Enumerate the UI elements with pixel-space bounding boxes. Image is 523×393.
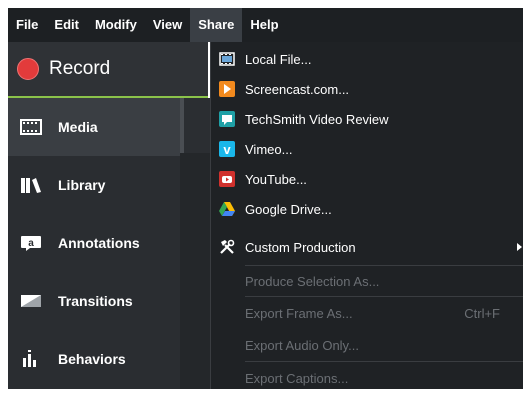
nav-label: Library [58,177,106,193]
submenu-arrow-icon [517,243,522,251]
record-icon [17,58,39,80]
nav-label: Media [58,119,98,135]
share-produce-selection: Produce Selection As... [211,266,523,296]
menu-view[interactable]: View [145,8,190,42]
menu-item-label: Produce Selection As... [245,273,380,289]
vimeo-icon: v [219,141,235,157]
menu-file[interactable]: File [8,8,46,42]
menu-item-label: Local File... [245,51,312,67]
menu-item-label: Google Drive... [245,201,332,217]
panel-splitter[interactable] [180,98,184,153]
share-export-audio: Export Audio Only... [211,330,523,360]
screencast-icon [219,81,235,97]
nav-item-annotations[interactable]: a Annotations [8,214,180,272]
share-vimeo[interactable]: v Vimeo... [211,134,523,164]
share-google-drive[interactable]: Google Drive... [211,194,523,224]
nav-label: Behaviors [58,351,126,367]
youtube-icon [219,171,235,187]
empty-icon-slot [219,370,235,386]
menu-help[interactable]: Help [242,8,286,42]
film-icon [20,118,42,136]
nav-item-behaviors[interactable]: Behaviors [8,330,180,388]
menu-item-label: Export Frame As... [245,305,353,321]
menu-item-label: Custom Production [245,239,356,255]
nav-label: Annotations [58,235,140,251]
empty-icon-slot [219,305,235,321]
behaviors-icon [20,350,42,368]
share-techsmith-review[interactable]: TechSmith Video Review [211,104,523,134]
share-youtube[interactable]: YouTube... [211,164,523,194]
record-button[interactable]: Record [8,42,208,98]
share-export-frame: Export Frame As... Ctrl+F [211,298,523,328]
menu-item-label: Screencast.com... [245,81,350,97]
record-label: Record [49,58,111,79]
nav-label: Transitions [58,293,133,309]
nav-item-library[interactable]: Library [8,156,180,214]
techsmith-review-icon [219,111,235,127]
tools-nav: Media Library a Annotations Transitions … [8,98,180,388]
menu-share[interactable]: Share [190,8,243,42]
menu-item-label: YouTube... [245,171,307,187]
empty-icon-slot [219,273,235,289]
panel-background [180,153,210,389]
share-menu: Local File... Screencast.com... TechSmit… [210,42,523,389]
menu-item-label: Export Audio Only... [245,337,359,353]
menu-separator [245,361,523,362]
panel-divider [180,98,210,153]
menu-separator [245,296,523,297]
left-panel: Record Media Library a Annotations Trans… [8,42,208,389]
empty-icon-slot [219,337,235,353]
menu-item-label: Vimeo... [245,141,293,157]
share-custom-production[interactable]: Custom Production [211,232,523,262]
svg-text:a: a [28,238,34,249]
google-drive-icon [219,201,235,217]
menu-item-label: Export Captions... [245,370,349,386]
nav-item-media[interactable]: Media [8,98,180,156]
menu-item-label: TechSmith Video Review [245,111,389,127]
share-screencast[interactable]: Screencast.com... [211,74,523,104]
annotation-icon: a [20,234,42,252]
transition-icon [20,292,42,310]
menu-bar: File Edit Modify View Share Help [8,8,523,42]
svg-text:v: v [223,142,231,157]
nav-item-transitions[interactable]: Transitions [8,272,180,330]
share-local-file[interactable]: Local File... [211,44,523,74]
library-icon [20,176,42,194]
shortcut-label: Ctrl+F [464,305,500,321]
tools-icon [219,239,235,255]
menu-modify[interactable]: Modify [87,8,145,42]
menu-edit[interactable]: Edit [46,8,87,42]
local-file-icon [219,51,235,67]
